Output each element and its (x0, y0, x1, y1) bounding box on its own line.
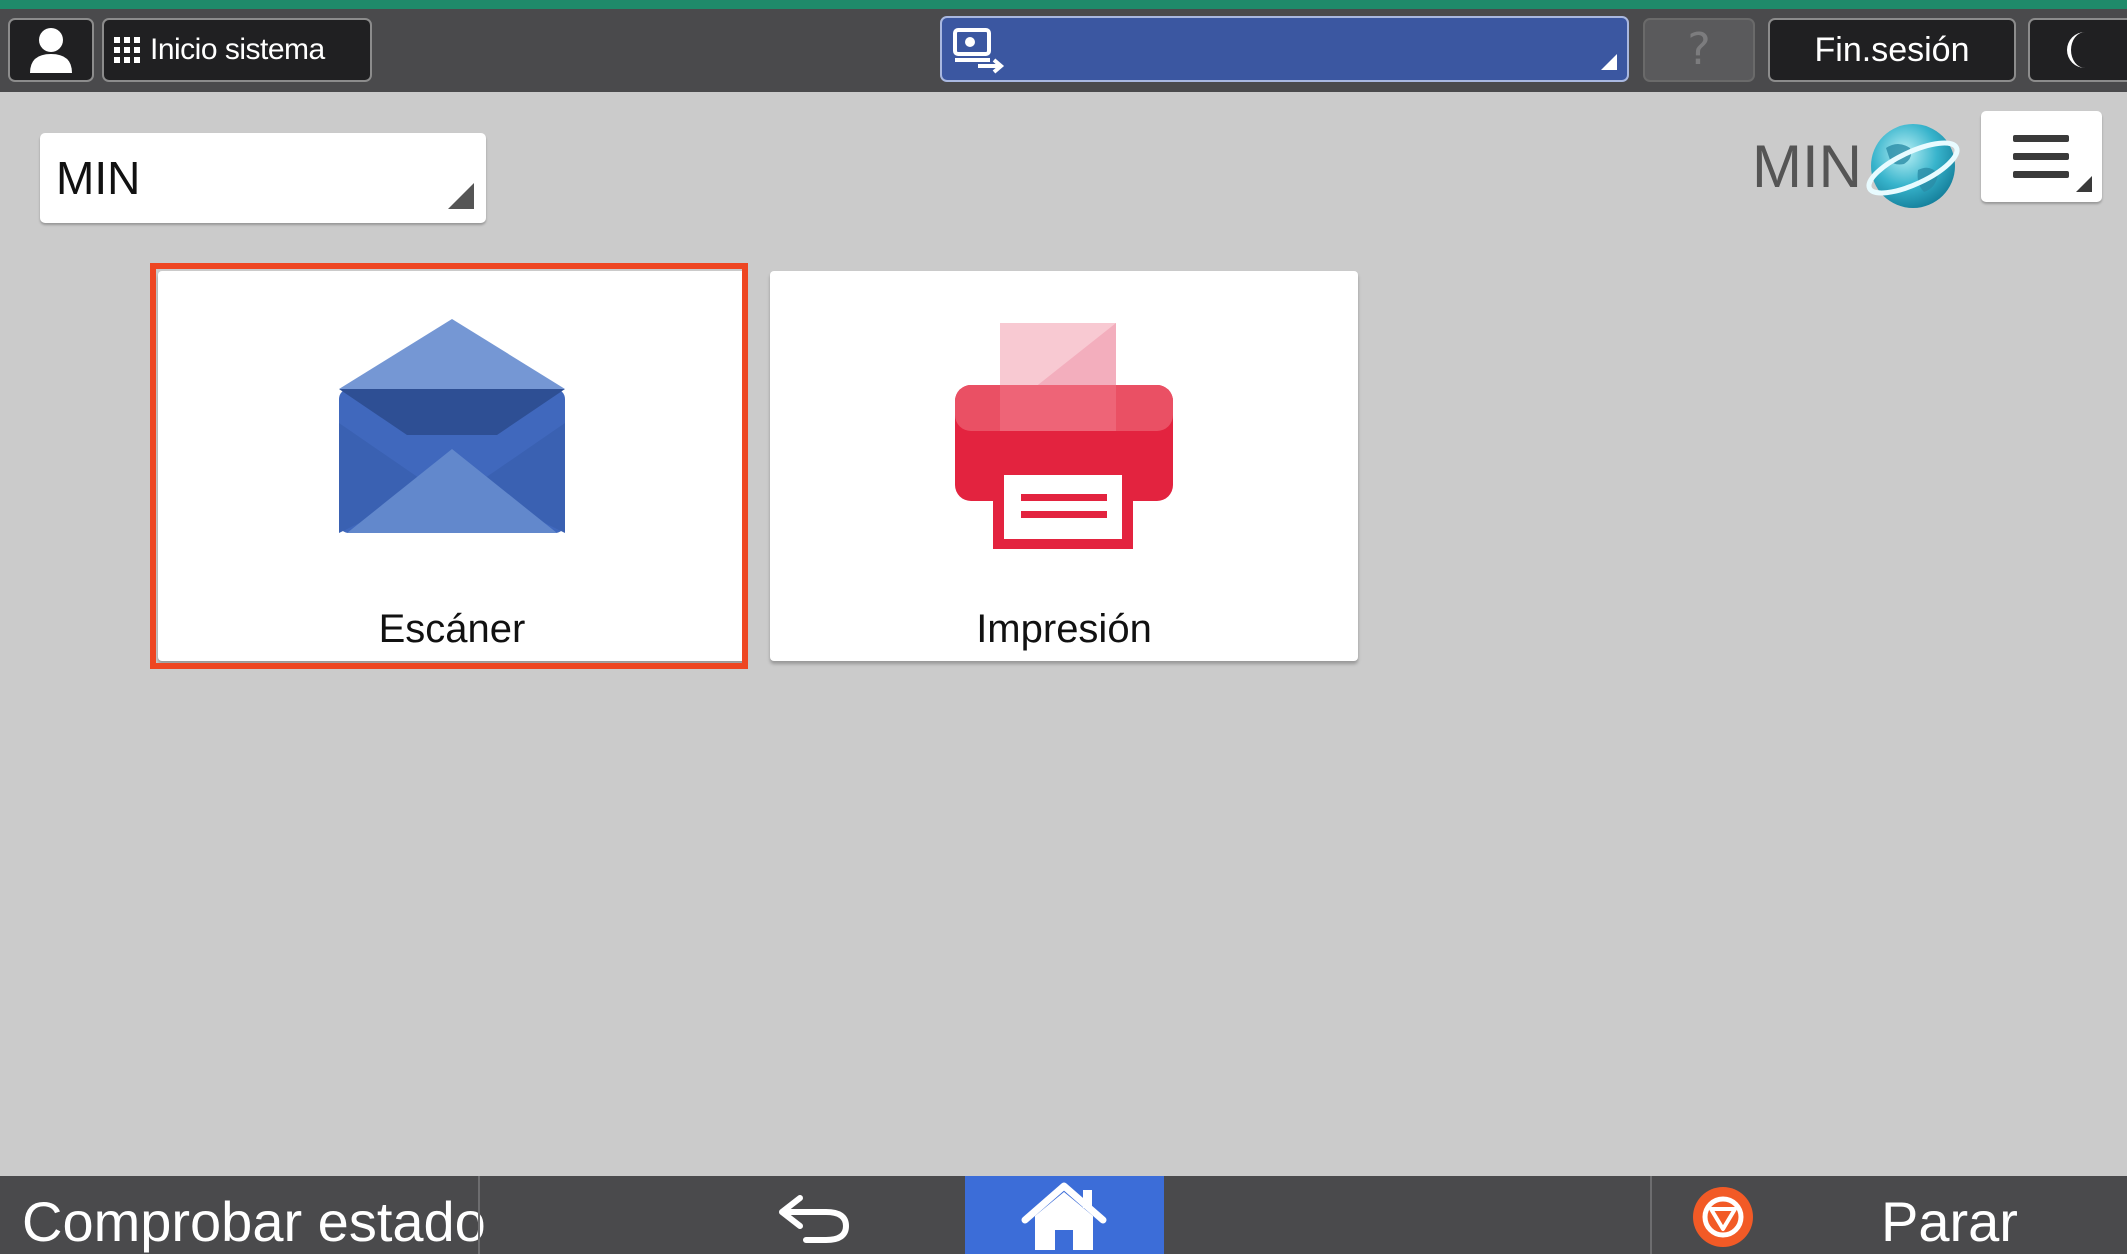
screen-transfer-icon (953, 28, 1005, 74)
app-tile-scanner[interactable]: Escáner (158, 271, 746, 661)
app-tile-label: Escáner (378, 607, 526, 651)
stop-label: Parar (1881, 1190, 2018, 1253)
help-icon: ? (1687, 24, 1711, 75)
energy-saver-button[interactable] (2028, 18, 2127, 82)
back-button[interactable] (770, 1184, 860, 1248)
group-select[interactable]: MIN (40, 133, 486, 223)
dropdown-corner-icon (2076, 176, 2092, 192)
group-select-value: MIN (56, 152, 141, 204)
system-home-label: Inicio sistema (150, 33, 325, 66)
accent-strip (0, 0, 2127, 9)
logout-button[interactable]: Fin.sesión (1768, 18, 2016, 82)
user-icon (30, 28, 72, 73)
user-button[interactable] (8, 18, 94, 82)
app-tile-label: Impresión (976, 607, 1152, 651)
bottom-bar: Comprobar estado Parar (0, 1176, 2127, 1254)
dropdown-corner-icon (1601, 54, 1617, 70)
check-status-label: Comprobar estado (22, 1190, 486, 1253)
app-tile-print[interactable]: Impresión (770, 271, 1358, 661)
menu-button[interactable] (1981, 111, 2102, 202)
dropdown-corner-icon (448, 183, 474, 209)
home-icon (1021, 1182, 1107, 1250)
back-arrow-icon (779, 1195, 850, 1243)
message-bar[interactable] (940, 16, 1629, 82)
divider (478, 1176, 480, 1254)
globe-icon (1866, 124, 1960, 208)
apps-grid-icon (114, 37, 140, 63)
printer-icon (955, 323, 1173, 549)
moon-icon (2066, 32, 2085, 68)
user-name-label: MIN (1752, 133, 1862, 200)
help-button[interactable]: ? (1643, 18, 1755, 82)
logout-label: Fin.sesión (1814, 30, 1970, 69)
stop-icon (1693, 1187, 1753, 1247)
system-home-button[interactable]: Inicio sistema (102, 18, 372, 82)
home-button[interactable] (965, 1176, 1164, 1254)
check-status-button[interactable]: Comprobar estado (0, 1176, 486, 1254)
stop-button[interactable]: Parar (1651, 1176, 2127, 1254)
screen: Inicio sistema ? Fin.sesión MIN MIN Escá… (0, 0, 2127, 1254)
envelope-icon (339, 319, 565, 533)
